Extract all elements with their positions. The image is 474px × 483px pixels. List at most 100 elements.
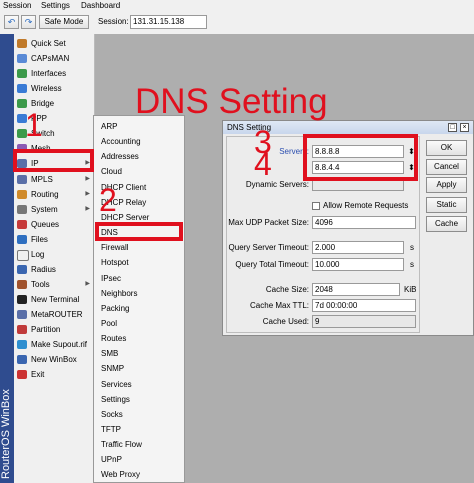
sidebar-item-interfaces[interactable]: Interfaces — [14, 66, 94, 81]
sidebar-item-label: New Terminal — [31, 295, 80, 304]
sidebar-item-label: Queues — [31, 220, 60, 229]
cache-max-ttl-label: Cache Max TTL: — [250, 301, 309, 310]
menu-session[interactable]: Session — [3, 1, 31, 10]
routeros-winbox-bar: RouterOS WinBox — [0, 34, 14, 483]
cache-size-field[interactable]: 2048 — [312, 283, 400, 296]
ip-submenu-item-web-proxy[interactable]: Web Proxy — [101, 468, 140, 482]
terminal-icon — [17, 295, 27, 304]
ip-submenu-item-services[interactable]: Services — [101, 378, 132, 392]
cache-size-unit: KiB — [404, 285, 417, 294]
sidebar-item-files[interactable]: Files — [14, 232, 94, 247]
ip-submenu-item-neighbors[interactable]: Neighbors — [101, 287, 137, 301]
ip-submenu-item-accounting[interactable]: Accounting — [101, 135, 141, 149]
system-icon — [17, 205, 27, 214]
undo-button[interactable]: ↶ — [4, 15, 19, 29]
menu-settings[interactable]: Settings — [41, 1, 70, 10]
sidebar-item-label: CAPsMAN — [31, 54, 70, 63]
sidebar-item-system[interactable]: System ▶ — [14, 202, 94, 217]
cache-size-label: Cache Size: — [265, 285, 309, 294]
allow-remote-label: Allow Remote Requests — [323, 201, 409, 210]
close-icon[interactable]: × — [460, 123, 469, 132]
redo-button[interactable]: ↷ — [21, 15, 36, 29]
sidebar-item-quick-set[interactable]: Quick Set — [14, 36, 94, 51]
menu-dashboard[interactable]: Dashboard — [81, 1, 120, 10]
annotation-step-1: 1 — [25, 107, 43, 143]
sidebar-item-label: Quick Set — [31, 39, 66, 48]
ip-submenu-item-routes[interactable]: Routes — [101, 332, 126, 346]
maximize-icon[interactable]: □ — [448, 123, 457, 132]
ip-submenu-item-upnp[interactable]: UPnP — [101, 453, 122, 467]
annotation-step-4: 4 — [254, 146, 272, 182]
query-total-unit: s — [410, 260, 414, 269]
cache-used-field: 9 — [312, 315, 416, 328]
sidebar-item-partition[interactable]: Partition — [14, 322, 94, 337]
submenu-arrow-icon: ▶ — [85, 191, 90, 197]
sidebar-item-label: Routing — [31, 190, 59, 199]
query-server-timeout-field[interactable]: 2.000 — [312, 241, 404, 254]
tools-icon — [17, 280, 27, 289]
ip-submenu-item-cloud[interactable]: Cloud — [101, 165, 122, 179]
quickset-icon — [17, 39, 27, 48]
highlight-dns-item — [95, 222, 183, 241]
query-total-timeout-field[interactable]: 10.000 — [312, 258, 404, 271]
ip-submenu-item-pool[interactable]: Pool — [101, 317, 117, 331]
redo-icon: ↷ — [24, 17, 33, 27]
allow-remote-checkbox[interactable] — [312, 202, 320, 210]
sidebar-item-log[interactable]: Log — [14, 247, 94, 262]
sidebar-item-label: Log — [31, 250, 45, 259]
sidebar-item-metarouter[interactable]: MetaROUTER — [14, 307, 94, 322]
log-icon — [17, 250, 29, 261]
sidebar-item-label: Interfaces — [31, 69, 67, 78]
sidebar-item-radius[interactable]: Radius — [14, 262, 94, 277]
ip-submenu-item-tftp[interactable]: TFTP — [101, 423, 121, 437]
ok-button[interactable]: OK — [426, 140, 467, 156]
sidebar-item-new-winbox[interactable]: New WinBox — [14, 352, 94, 367]
sidebar-item-queues[interactable]: Queues — [14, 217, 94, 232]
cache-max-ttl-field[interactable]: 7d 00:00:00 — [312, 299, 416, 312]
sidebar-item-label: Partition — [31, 325, 61, 334]
ip-submenu-item-snmp[interactable]: SNMP — [101, 362, 124, 376]
ip-submenu-item-settings[interactable]: Settings — [101, 393, 130, 407]
partition-icon — [17, 325, 27, 334]
static-button[interactable]: Static — [426, 197, 467, 213]
ip-submenu-item-ipsec[interactable]: IPsec — [101, 272, 121, 286]
ip-submenu-item-socks[interactable]: Socks — [101, 408, 123, 422]
submenu-arrow-icon: ▶ — [85, 176, 90, 182]
files-icon — [17, 235, 27, 244]
sidebar-item-make-supout-rif[interactable]: Make Supout.rif — [14, 337, 94, 352]
cache-used-label: Cache Used: — [262, 317, 309, 326]
ip-submenu-item-arp[interactable]: ARP — [101, 120, 117, 134]
query-server-timeout-label: Query Server Timeout: — [228, 243, 309, 252]
safe-mode-button[interactable]: Safe Mode — [39, 15, 89, 29]
sidebar-item-label: New WinBox — [31, 355, 77, 364]
sidebar-item-label: Make Supout.rif — [31, 340, 88, 349]
cache-button[interactable]: Cache — [426, 216, 467, 232]
annotation-headline: DNS Setting — [135, 82, 328, 121]
cancel-button[interactable]: Cancel — [426, 159, 467, 175]
routing-icon — [17, 190, 27, 199]
apply-button[interactable]: Apply — [426, 177, 467, 193]
sidebar-item-exit[interactable]: Exit — [14, 367, 94, 382]
sidebar-item-tools[interactable]: Tools ▶ — [14, 277, 94, 292]
max-udp-field[interactable]: 4096 — [312, 216, 416, 229]
ip-submenu-item-packing[interactable]: Packing — [101, 302, 129, 316]
sidebar-item-capsman[interactable]: CAPsMAN — [14, 51, 94, 66]
sidebar-item-mpls[interactable]: MPLS ▶ — [14, 172, 94, 187]
ip-submenu-item-hotspot[interactable]: Hotspot — [101, 256, 129, 270]
sidebar-item-routing[interactable]: Routing ▶ — [14, 187, 94, 202]
wireless-icon — [17, 84, 27, 93]
session-field[interactable]: 131.31.15.138 — [130, 15, 207, 29]
sidebar-item-wireless[interactable]: Wireless — [14, 81, 94, 96]
ip-submenu-item-firewall[interactable]: Firewall — [101, 241, 129, 255]
ip-submenu-item-smb[interactable]: SMB — [101, 347, 118, 361]
menu-bar: Session Settings Dashboard — [0, 0, 474, 12]
winbox-icon — [17, 355, 27, 364]
query-total-timeout-label: Query Total Timeout: — [235, 260, 309, 269]
ip-submenu-item-traffic-flow[interactable]: Traffic Flow — [101, 438, 142, 452]
metarouter-icon — [17, 310, 27, 319]
sidebar-item-label: System — [31, 205, 58, 214]
capsman-icon — [17, 54, 27, 63]
ip-submenu-item-addresses[interactable]: Addresses — [101, 150, 139, 164]
sidebar-item-new-terminal[interactable]: New Terminal — [14, 292, 94, 307]
annotation-step-2: 2 — [99, 182, 117, 218]
